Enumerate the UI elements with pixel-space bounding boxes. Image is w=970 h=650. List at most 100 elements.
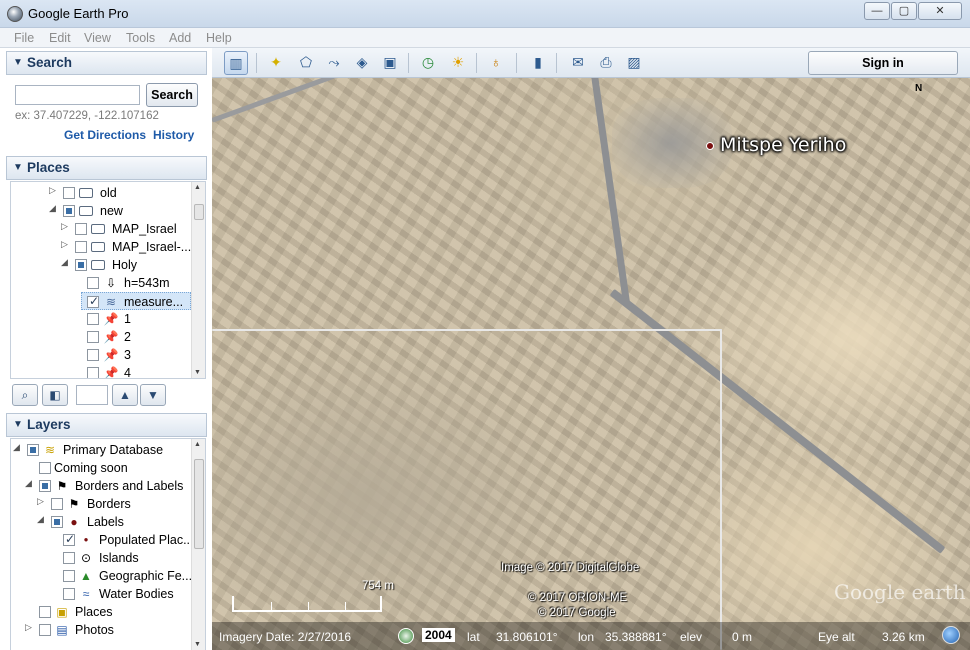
expand-icon[interactable]: ▷ — [61, 221, 68, 232]
checkbox[interactable] — [39, 606, 51, 618]
tree-item-map-israel-2[interactable]: ▷ MAP_Israel-... — [11, 238, 191, 256]
add-polygon-button[interactable]: ⬠ — [294, 51, 318, 75]
tree-item-3[interactable]: 📌 3 — [11, 346, 191, 364]
layer-places[interactable]: ▣ Places — [11, 603, 191, 621]
layers-panel-header[interactable]: ▼ Layers — [6, 413, 207, 437]
layer-coming-soon[interactable]: Coming soon — [11, 459, 191, 477]
checkbox[interactable] — [87, 294, 99, 308]
layer-borders[interactable]: ▷ ⚑ Borders — [11, 495, 191, 513]
checkbox[interactable] — [75, 223, 87, 235]
ruler-button[interactable]: ▮ — [526, 51, 550, 75]
expand-icon[interactable]: ▷ — [37, 496, 44, 507]
layers-tree[interactable]: ◢ ≋ Primary Database Coming soon ◢ ⚑ Bor… — [10, 438, 206, 650]
collapse-icon[interactable]: ◢ — [13, 442, 20, 453]
menu-view[interactable]: View — [84, 31, 111, 45]
checkbox[interactable] — [63, 532, 75, 546]
toggle-panel-button[interactable]: ◧ — [42, 384, 68, 406]
checkbox[interactable] — [75, 259, 87, 271]
layers-scrollbar[interactable]: ▲ ▼ — [191, 439, 205, 650]
maximize-button[interactable]: ▢ — [891, 2, 917, 20]
scroll-down-arrow-icon[interactable]: ▼ — [194, 641, 201, 648]
checkbox[interactable] — [39, 462, 51, 474]
collapse-icon[interactable]: ◢ — [61, 257, 68, 268]
checkbox[interactable] — [39, 480, 51, 492]
tree-item-2[interactable]: 📌 2 — [11, 328, 191, 346]
checkbox[interactable] — [51, 498, 63, 510]
layer-photos[interactable]: ▷ ▤ Photos — [11, 621, 191, 639]
scroll-up-arrow-icon[interactable]: ▲ — [194, 441, 201, 448]
layer-islands[interactable]: ⊙ Islands — [11, 549, 191, 567]
checkbox[interactable] — [27, 444, 39, 456]
tree-item-map-israel[interactable]: ▷ MAP_Israel — [11, 220, 191, 238]
record-tour-button[interactable]: ▣ — [378, 51, 402, 75]
search-button[interactable]: Search — [146, 83, 198, 107]
layer-borders-and-labels[interactable]: ◢ ⚑ Borders and Labels — [11, 477, 191, 495]
layer-populated-places[interactable]: ● Populated Plac... — [11, 531, 194, 549]
search-input[interactable] — [15, 85, 140, 105]
layer-geographic-features[interactable]: ▲ Geographic Fe... — [11, 567, 192, 585]
checkbox[interactable] — [87, 313, 99, 325]
checkbox[interactable] — [63, 570, 75, 582]
places-filter-input[interactable] — [76, 385, 108, 405]
minimize-button[interactable]: — — [864, 2, 890, 20]
planets-button[interactable]: ♁ — [484, 51, 508, 75]
scroll-down-arrow-icon[interactable]: ▼ — [194, 369, 201, 376]
menu-edit[interactable]: Edit — [49, 31, 71, 45]
collapse-icon[interactable]: ◢ — [25, 478, 32, 489]
history-link[interactable]: History — [153, 128, 194, 142]
tree-item-old[interactable]: ▷ old — [11, 184, 191, 202]
checkbox[interactable] — [87, 349, 99, 361]
places-tree[interactable]: ▷ old ◢ new ▷ MAP_Israel ▷ MAP_Israel-..… — [10, 181, 206, 379]
sunlight-button[interactable]: ☀ — [446, 51, 470, 75]
places-scrollbar[interactable]: ▲ ▼ — [191, 182, 205, 378]
globe-status-icon[interactable] — [942, 626, 960, 644]
historical-imagery-clock-icon[interactable] — [398, 628, 414, 644]
menu-tools[interactable]: Tools — [126, 31, 155, 45]
add-placemark-button[interactable]: ✦ — [264, 51, 288, 75]
get-directions-link[interactable]: Get Directions — [64, 128, 146, 142]
sidebar-toggle-button[interactable]: ▥ — [224, 51, 248, 75]
north-compass-icon[interactable]: N — [915, 83, 922, 94]
search-places-button[interactable]: ⌕ — [12, 384, 38, 406]
tree-item-measure[interactable]: ≋ measure... — [81, 292, 191, 310]
collapse-icon[interactable]: ◢ — [37, 514, 44, 525]
checkbox[interactable] — [63, 205, 75, 217]
checkbox[interactable] — [75, 241, 87, 253]
move-up-button[interactable]: ▲ — [112, 384, 138, 406]
checkbox[interactable] — [87, 277, 99, 289]
add-path-button[interactable]: ⤳ — [322, 51, 346, 75]
checkbox[interactable] — [87, 367, 99, 378]
menu-file[interactable]: File — [14, 31, 34, 45]
close-button[interactable]: ✕ — [918, 2, 962, 20]
print-button[interactable]: ⎙ — [594, 51, 618, 75]
layer-primary-database[interactable]: ◢ ≋ Primary Database — [11, 441, 191, 459]
layer-water-bodies[interactable]: ≈ Water Bodies — [11, 585, 191, 603]
expand-icon[interactable]: ▷ — [61, 239, 68, 250]
search-panel-header[interactable]: ▼ Search — [6, 51, 207, 75]
scroll-thumb[interactable] — [194, 459, 204, 549]
checkbox[interactable] — [63, 552, 75, 564]
move-down-button[interactable]: ▼ — [140, 384, 166, 406]
expand-icon[interactable]: ▷ — [25, 622, 32, 633]
tree-item-1[interactable]: 📌 1 — [11, 310, 191, 328]
email-button[interactable]: ✉ — [566, 51, 590, 75]
checkbox[interactable] — [39, 624, 51, 636]
tree-item-h543m[interactable]: ⇩ h=543m — [11, 274, 191, 292]
checkbox[interactable] — [63, 187, 75, 199]
checkbox[interactable] — [51, 516, 63, 528]
menu-help[interactable]: Help — [206, 31, 232, 45]
layer-labels[interactable]: ◢ ● Labels — [11, 513, 191, 531]
historical-imagery-button[interactable]: ◷ — [416, 51, 440, 75]
imagery-year[interactable]: 2004 — [422, 628, 455, 642]
expand-icon[interactable]: ▷ — [49, 185, 56, 196]
scroll-up-arrow-icon[interactable]: ▲ — [194, 184, 201, 191]
place-label[interactable]: Mitspe Yeriho — [720, 134, 846, 156]
places-panel-header[interactable]: ▼ Places — [6, 156, 207, 180]
earth-map-view[interactable]: Mitspe Yeriho N Image © 2017 DigitalGlob… — [212, 78, 970, 650]
place-marker-icon[interactable] — [706, 142, 714, 150]
checkbox[interactable] — [63, 588, 75, 600]
tree-item-4[interactable]: 📌 4 — [11, 364, 191, 378]
tree-item-new[interactable]: ◢ new — [11, 202, 191, 220]
add-overlay-button[interactable]: ◈ — [350, 51, 374, 75]
tree-item-holy[interactable]: ◢ Holy — [11, 256, 191, 274]
